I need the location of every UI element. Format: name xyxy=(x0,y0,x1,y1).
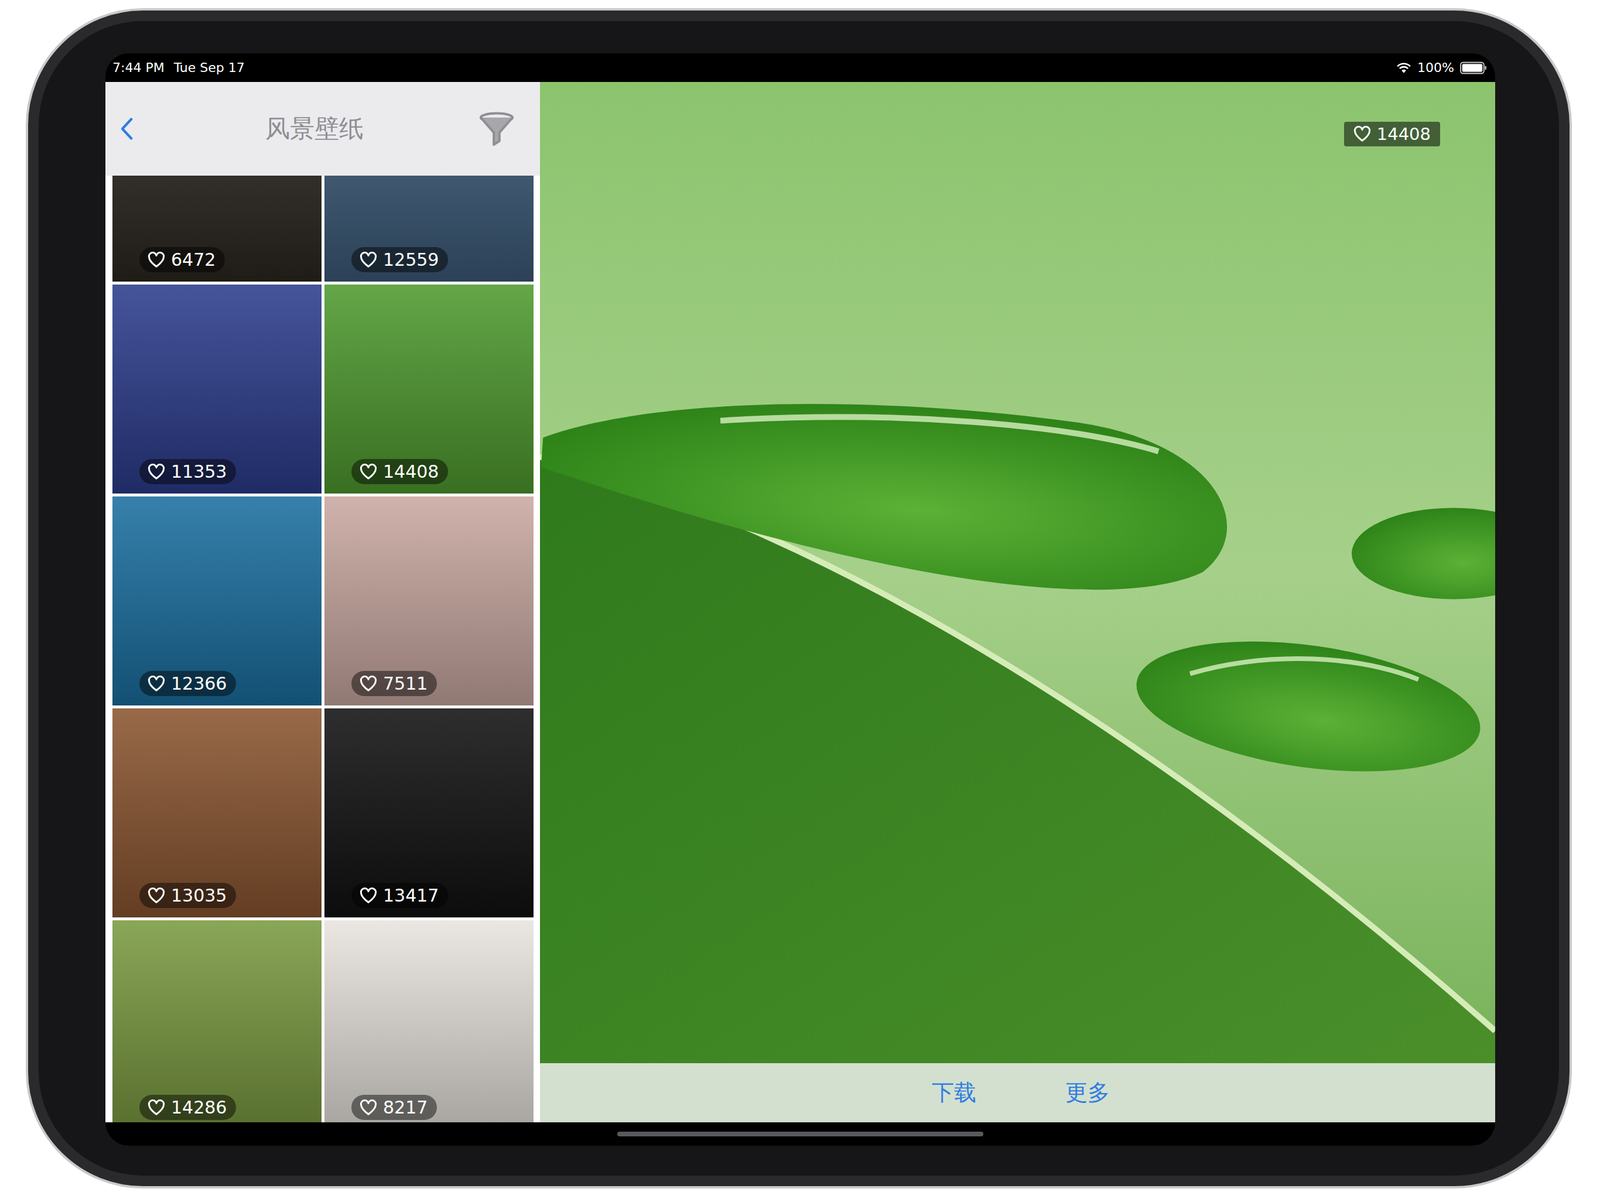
likes-badge: 11353 xyxy=(139,459,237,485)
status-time: 7:44 PM xyxy=(112,60,165,75)
status-date: Tue Sep 17 xyxy=(173,60,245,75)
wallpaper-tile[interactable]: 13035 xyxy=(112,708,322,918)
heart-icon xyxy=(147,887,166,905)
page: 7:44 PM Tue Sep 17 100% 风景壁纸 6472 12559 … xyxy=(0,0,1600,1199)
likes-count: 12559 xyxy=(383,249,439,270)
likes-badge: 12559 xyxy=(351,247,449,273)
wallpaper-tile[interactable]: 13417 xyxy=(324,708,534,918)
heart-icon xyxy=(359,675,378,693)
wallpaper-tile[interactable]: 14408 xyxy=(324,284,534,494)
bottom-toolbar: 下载 更多 xyxy=(539,1063,1496,1123)
split-view: 风景壁纸 6472 12559 11353 14408 12366 7511 1… xyxy=(105,81,1496,1123)
back-chevron-icon[interactable] xyxy=(119,117,134,141)
wallpaper-detail-panel: 14408 下载 更多 xyxy=(539,81,1496,1123)
likes-count: 13035 xyxy=(171,885,227,907)
wifi-icon xyxy=(1396,62,1412,74)
wallpaper-tile[interactable]: 12559 xyxy=(324,175,534,282)
status-left: 7:44 PM Tue Sep 17 xyxy=(112,60,245,75)
home-indicator[interactable] xyxy=(617,1132,984,1137)
likes-count: 7511 xyxy=(383,673,428,694)
wallpaper-tile[interactable]: 8217 xyxy=(324,920,534,1123)
wallpaper-tile[interactable]: 14286 xyxy=(112,920,322,1123)
nav-title: 风景壁纸 xyxy=(247,112,364,146)
leaf-photo xyxy=(539,81,1496,1064)
likes-count: 14286 xyxy=(171,1097,227,1119)
heart-icon xyxy=(147,1099,166,1117)
likes-badge: 13035 xyxy=(139,883,237,909)
heart-icon xyxy=(359,1099,378,1117)
wallpaper-tile[interactable]: 11353 xyxy=(112,284,322,494)
battery-icon xyxy=(1460,61,1487,75)
screen: 7:44 PM Tue Sep 17 100% 风景壁纸 6472 12559 … xyxy=(105,53,1496,1147)
heart-icon xyxy=(1353,125,1372,143)
detail-likes-badge: 14408 xyxy=(1344,121,1441,147)
detail-likes-count: 14408 xyxy=(1376,124,1431,145)
wallpaper-tile[interactable]: 6472 xyxy=(112,175,322,282)
heart-icon xyxy=(147,463,166,481)
likes-count: 12366 xyxy=(171,673,227,694)
likes-count: 6472 xyxy=(171,249,216,270)
wallpaper-list-panel: 风景壁纸 6472 12559 11353 14408 12366 7511 1… xyxy=(105,81,540,1123)
toolbar-button[interactable]: 更多 xyxy=(1061,1073,1114,1113)
heart-icon xyxy=(359,463,378,481)
status-bar: 7:44 PM Tue Sep 17 100% xyxy=(105,53,1496,82)
wallpaper-tile[interactable]: 7511 xyxy=(324,496,534,706)
battery-percent: 100% xyxy=(1417,60,1455,75)
wallpaper-tile[interactable]: 12366 xyxy=(112,496,322,706)
nav-bar: 风景壁纸 xyxy=(105,81,540,176)
likes-badge: 14286 xyxy=(139,1095,237,1121)
likes-badge: 12366 xyxy=(139,671,237,697)
likes-badge: 7511 xyxy=(351,671,437,697)
likes-badge: 13417 xyxy=(351,883,449,909)
ipad-frame: 7:44 PM Tue Sep 17 100% 风景壁纸 6472 12559 … xyxy=(25,8,1572,1189)
status-right: 100% xyxy=(1396,60,1487,75)
wallpaper-grid-inner: 6472 12559 11353 14408 12366 7511 13035 … xyxy=(112,175,533,1123)
heart-icon xyxy=(359,887,378,905)
heart-icon xyxy=(147,251,166,269)
wallpaper-grid: 6472 12559 11353 14408 12366 7511 13035 … xyxy=(105,175,540,1123)
wallpaper-preview: 14408 xyxy=(539,81,1496,1064)
likes-count: 11353 xyxy=(171,461,227,482)
likes-badge: 8217 xyxy=(351,1095,437,1121)
home-area xyxy=(105,1122,1496,1147)
likes-badge: 14408 xyxy=(351,459,449,485)
filter-funnel-icon[interactable] xyxy=(477,110,516,148)
likes-badge: 6472 xyxy=(139,247,225,273)
heart-icon xyxy=(147,675,166,693)
likes-count: 8217 xyxy=(383,1097,428,1119)
heart-icon xyxy=(359,251,378,269)
likes-count: 13417 xyxy=(383,885,439,907)
toolbar-button[interactable]: 下载 xyxy=(928,1073,980,1113)
likes-count: 14408 xyxy=(383,461,439,482)
